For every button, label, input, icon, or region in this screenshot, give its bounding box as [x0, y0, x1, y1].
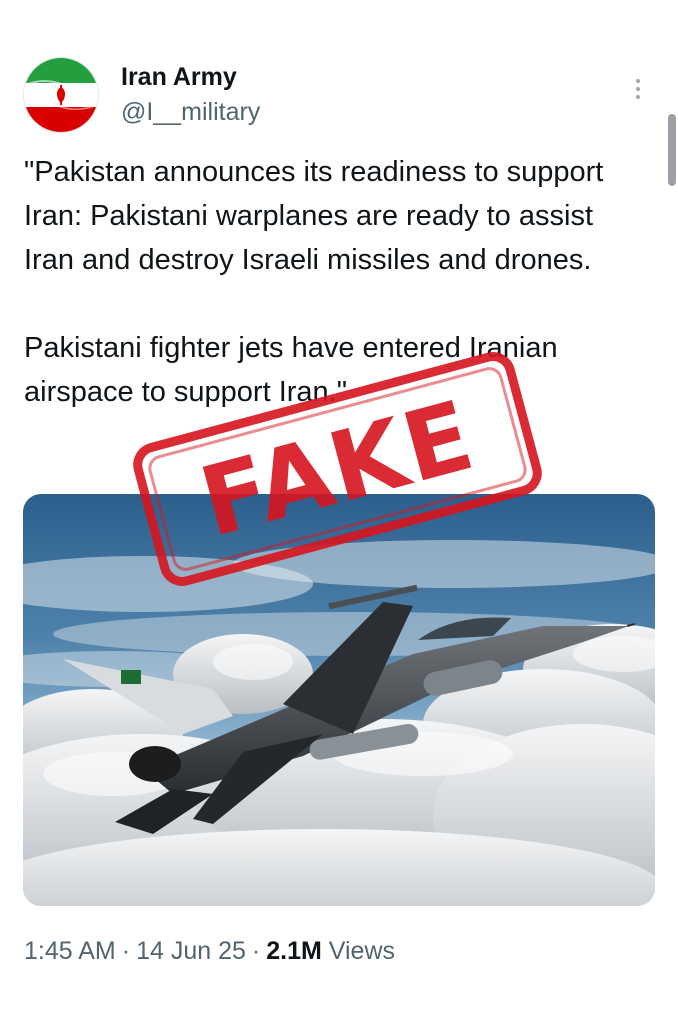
tweet-text: "Pakistan announces its readiness to sup… — [24, 150, 634, 414]
more-vertical-icon[interactable] — [628, 74, 648, 104]
avatar[interactable] — [24, 58, 98, 132]
tweet-date[interactable]: 14 Jun 25 — [136, 937, 246, 965]
author-display-name[interactable]: Iran Army — [121, 62, 237, 92]
tweet-time[interactable]: 1:45 AM — [24, 937, 116, 965]
views-count: 2.1M — [266, 937, 322, 965]
author-handle[interactable]: @I__military — [121, 97, 260, 127]
views-label: Views — [328, 937, 396, 965]
meta-separator: · — [121, 937, 131, 965]
menu-dot — [636, 95, 640, 99]
meta-separator: · — [251, 937, 261, 965]
tweet-paragraph: "Pakistan announces its readiness to sup… — [24, 156, 604, 276]
fighter-jet-photo — [23, 494, 655, 906]
tweet-media-photo[interactable] — [23, 494, 655, 906]
scrollbar-thumb[interactable] — [668, 114, 676, 186]
menu-dot — [636, 79, 640, 83]
iran-flag-icon — [24, 58, 98, 132]
tweet-meta: 1:45 AM · 14 Jun 25 · 2.1M Views — [24, 935, 395, 967]
menu-dot — [636, 87, 640, 91]
